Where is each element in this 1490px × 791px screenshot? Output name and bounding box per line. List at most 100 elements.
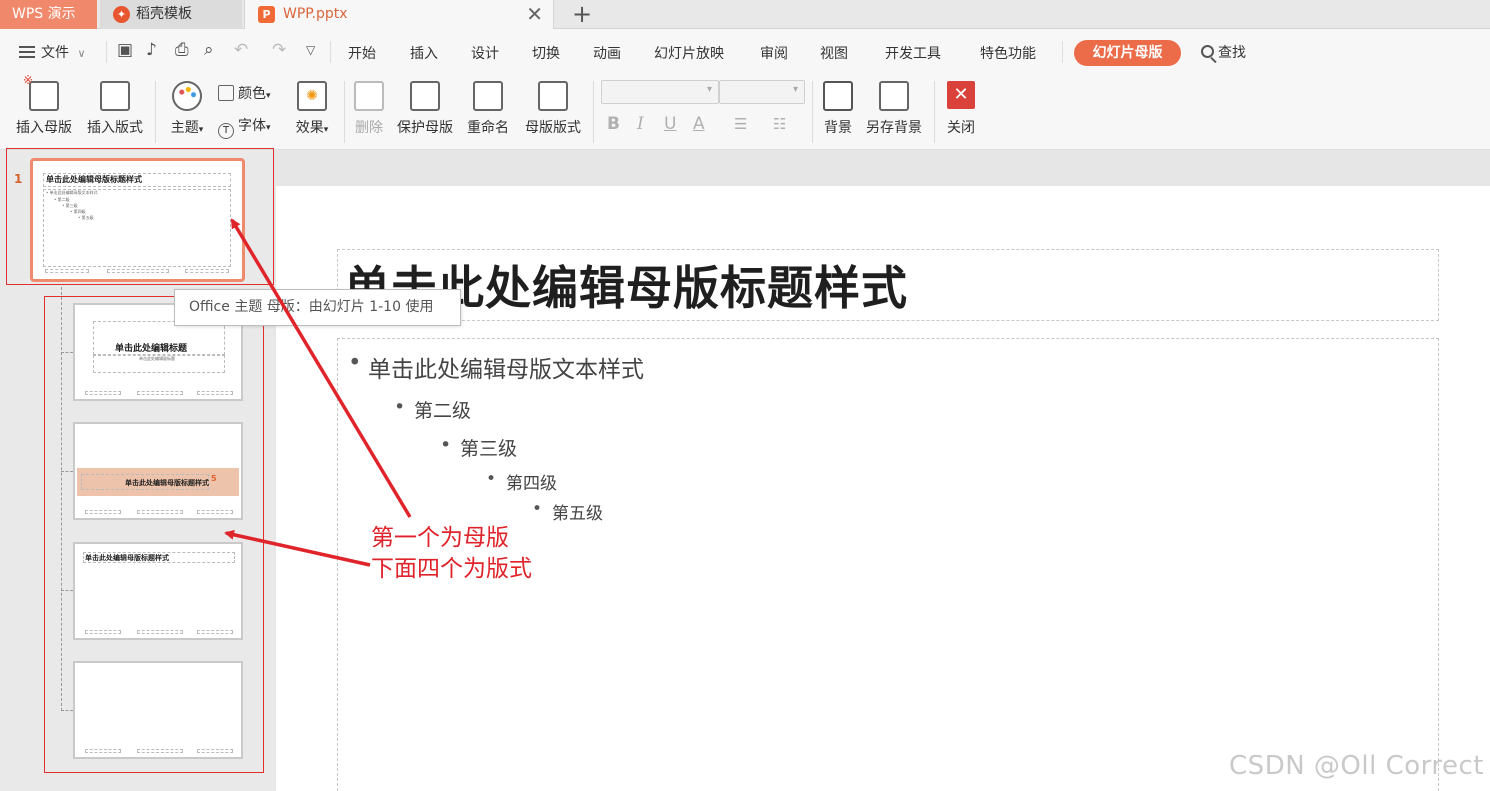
menu-slide-master[interactable]: 幻灯片母版 bbox=[1074, 40, 1181, 66]
menu-review[interactable]: 审阅 bbox=[760, 43, 788, 63]
mini-logo-icon: 5 bbox=[211, 474, 217, 483]
font-size-select[interactable] bbox=[719, 80, 805, 104]
body-level-3: 第三级 bbox=[440, 434, 517, 461]
divider bbox=[106, 41, 107, 63]
tab-templates[interactable]: ✦ 稻壳模板 bbox=[100, 0, 242, 29]
new-tab-icon[interactable]: + bbox=[572, 0, 592, 28]
dropdown-arrow-icon: ▾ bbox=[266, 91, 271, 101]
app-tab[interactable]: WPS 演示 bbox=[0, 0, 97, 29]
insert-master-button[interactable]: 插入母版 bbox=[13, 73, 75, 137]
background-button[interactable]: 背景 bbox=[820, 81, 856, 137]
layout-thumbnail-section[interactable]: 单击此处编辑母版标题样式 5 bbox=[73, 422, 243, 520]
file-menu-label: 文件 bbox=[41, 45, 69, 61]
layout-thumbnail-blank[interactable] bbox=[73, 661, 243, 759]
ribbon: 插入母版 插入版式 主题▾ 颜色▾ T字体▾ ✺ 效果▾ 删除 保护母版 重命名… bbox=[0, 73, 1490, 150]
mini-footer bbox=[197, 391, 233, 395]
close-tab-icon[interactable]: ✕ bbox=[526, 0, 543, 28]
layout-thumbnail-title-only[interactable]: 单击此处编辑母版标题样式 bbox=[73, 542, 243, 640]
wpp-file-icon: P bbox=[258, 6, 275, 23]
hamburger-icon bbox=[19, 46, 35, 58]
rename-button[interactable]: 重命名 bbox=[464, 81, 512, 137]
divider bbox=[155, 81, 156, 143]
effect-button[interactable]: ✺ 效果▾ bbox=[290, 81, 334, 137]
mini-footer bbox=[137, 391, 183, 395]
daoke-logo-icon: ✦ bbox=[113, 6, 130, 23]
body-level-2: 第二级 bbox=[394, 396, 471, 423]
divider bbox=[934, 81, 935, 143]
font-label: 字体 bbox=[238, 118, 266, 134]
effect-label: 效果 bbox=[295, 120, 324, 136]
master-layout-label: 母版版式 bbox=[525, 120, 581, 136]
dropdown-arrow-icon: ▾ bbox=[266, 123, 271, 133]
delete-button[interactable]: 删除 bbox=[350, 81, 388, 137]
save-background-button[interactable]: 另存背景 bbox=[863, 81, 925, 137]
mini-footer bbox=[197, 510, 233, 514]
print-preview-icon[interactable]: ⌕ bbox=[204, 40, 214, 60]
tab-document[interactable]: P WPP.pptx ✕ bbox=[244, 0, 554, 29]
delete-slide-icon bbox=[354, 81, 384, 111]
lock-icon bbox=[410, 81, 440, 111]
customize-dropdown-icon[interactable]: ▽ bbox=[306, 43, 315, 57]
mini-footer bbox=[85, 749, 121, 753]
font-family-select[interactable] bbox=[601, 80, 719, 104]
search-label: 查找 bbox=[1218, 45, 1246, 61]
save-background-label: 另存背景 bbox=[866, 120, 922, 136]
tree-connector bbox=[61, 471, 73, 472]
font-button[interactable]: T 字体▾ bbox=[218, 115, 271, 139]
divider bbox=[344, 81, 345, 143]
redo-icon[interactable]: ↷ bbox=[272, 40, 286, 60]
underline-icon[interactable]: U bbox=[664, 114, 676, 134]
print-icon[interactable]: ⎙ bbox=[175, 40, 189, 60]
background-label: 背景 bbox=[824, 120, 852, 136]
divider bbox=[330, 41, 331, 63]
menu-animation[interactable]: 动画 bbox=[593, 43, 621, 63]
mini-subtitle-text: 单击此处编辑副标题 bbox=[139, 356, 175, 361]
theme-button[interactable]: 主题▾ bbox=[165, 81, 209, 137]
file-menu[interactable]: 文件 ∨ bbox=[19, 42, 86, 62]
rename-label: 重命名 bbox=[467, 120, 509, 136]
close-icon: ✕ bbox=[947, 81, 975, 109]
master-layout-button[interactable]: 母版版式 bbox=[521, 81, 585, 137]
dropdown-arrow-icon: ▾ bbox=[198, 125, 204, 135]
mini-footer bbox=[137, 630, 183, 634]
mini-title-text: 单击此处编辑母版标题样式 bbox=[85, 554, 169, 562]
protect-master-button[interactable]: 保护母版 bbox=[394, 81, 456, 137]
font-color-icon[interactable]: A bbox=[693, 114, 705, 134]
format-painter-icon[interactable]: ♪ bbox=[146, 40, 157, 60]
palette-icon bbox=[172, 81, 202, 111]
bullet-list-icon[interactable]: ☰ bbox=[734, 115, 747, 133]
menu-home[interactable]: 开始 bbox=[348, 43, 376, 63]
menu-developer[interactable]: 开发工具 bbox=[885, 43, 941, 63]
chevron-down-icon: ∨ bbox=[77, 47, 86, 60]
italic-icon[interactable]: I bbox=[637, 114, 644, 134]
menu-insert[interactable]: 插入 bbox=[410, 43, 438, 63]
bold-icon[interactable]: B bbox=[607, 114, 620, 134]
color-button[interactable]: 颜色▾ bbox=[218, 83, 271, 103]
master-tooltip: Office 主题 母版：由幻灯片 1-10 使用 bbox=[174, 289, 461, 326]
mini-footer bbox=[85, 391, 121, 395]
delete-label: 删除 bbox=[355, 120, 383, 136]
menu-transition[interactable]: 切换 bbox=[532, 43, 560, 63]
mini-title-text: 单击此处编辑母版标题样式 bbox=[125, 479, 209, 487]
close-master-button[interactable]: ✕ 关闭 bbox=[944, 81, 978, 137]
menu-view[interactable]: 视图 bbox=[820, 43, 848, 63]
tree-connector bbox=[61, 590, 73, 591]
save-icon[interactable]: ▣ bbox=[117, 40, 133, 60]
master-layout-icon bbox=[538, 81, 568, 111]
numbered-list-icon[interactable]: ☷ bbox=[773, 115, 786, 133]
search-icon bbox=[1201, 45, 1214, 58]
mini-title-text: 单击此处编辑标题 bbox=[115, 344, 188, 354]
insert-master-icon bbox=[23, 73, 59, 111]
menu-slideshow[interactable]: 幻灯片放映 bbox=[654, 43, 724, 63]
rename-icon bbox=[473, 81, 503, 111]
insert-layout-button[interactable]: 插入版式 bbox=[84, 81, 146, 137]
body-level-5: 第五级 bbox=[532, 499, 603, 524]
mini-footer bbox=[197, 749, 233, 753]
mini-footer bbox=[85, 630, 121, 634]
undo-icon[interactable]: ↶ bbox=[234, 40, 248, 60]
tab-templates-label: 稻壳模板 bbox=[136, 6, 192, 22]
mini-footer bbox=[197, 630, 233, 634]
menu-design[interactable]: 设计 bbox=[471, 43, 499, 63]
search-button[interactable]: 查找 bbox=[1201, 42, 1246, 62]
menu-features[interactable]: 特色功能 bbox=[980, 43, 1036, 63]
